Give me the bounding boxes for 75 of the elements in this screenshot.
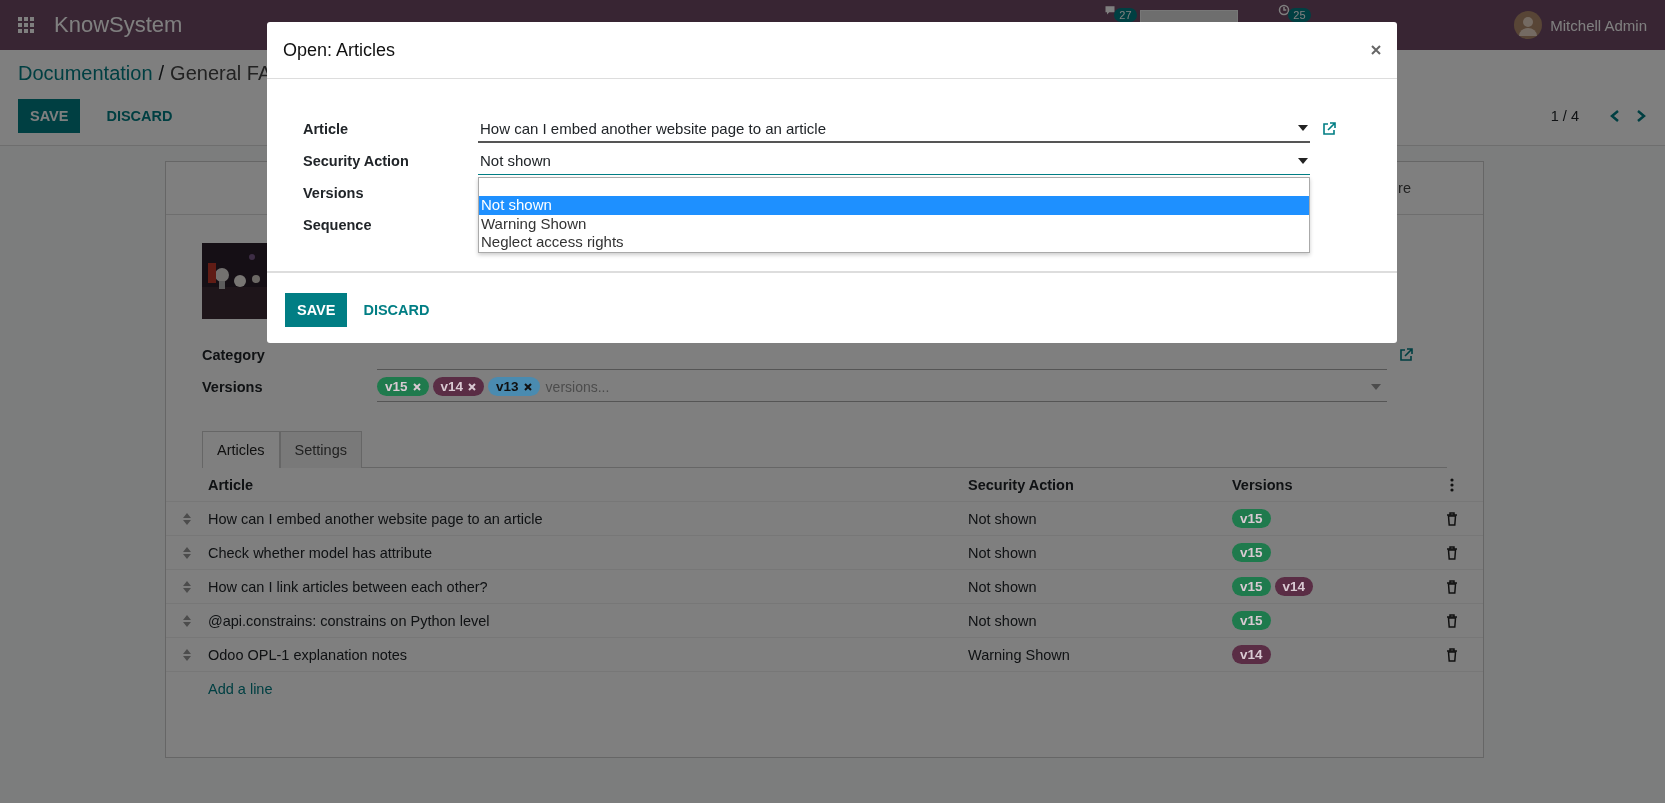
field-label: Article <box>303 121 350 137</box>
close-icon[interactable] <box>1371 45 1381 55</box>
discard-button[interactable]: DISCARD <box>351 293 442 327</box>
count-badge: 25 <box>1288 8 1311 22</box>
smart-button-label[interactable]: re <box>1398 180 1411 196</box>
version-tag: v15 <box>1232 611 1271 630</box>
field-label: Sequence <box>303 217 373 233</box>
version-tag: v14 <box>1274 577 1314 596</box>
add-line-link[interactable]: Add a line <box>208 680 273 697</box>
tab[interactable]: Articles <box>202 431 280 468</box>
table-cell-text: Check whether model has attribute <box>208 544 434 561</box>
table-cell-text: Warning Shown <box>968 646 1071 663</box>
trash-icon[interactable] <box>1446 579 1458 594</box>
remove-icon <box>468 382 477 391</box>
trash-icon[interactable] <box>1446 647 1458 662</box>
save-button[interactable]: SAVE <box>18 99 81 133</box>
external-link-icon <box>1322 122 1336 136</box>
table-cell-text: How can I embed another website page to an article <box>208 510 544 527</box>
version-tag: v15 <box>1232 543 1271 562</box>
table-cell-text: Not shown <box>968 578 1038 595</box>
trash-icon[interactable] <box>1446 613 1458 628</box>
drag-handle-icon <box>182 545 192 560</box>
column-header[interactable]: Versions <box>1232 476 1432 493</box>
discard-button[interactable]: DISCARD <box>94 99 185 133</box>
version-tag: v15 <box>1232 509 1271 528</box>
version-tag: v15 <box>1232 577 1271 596</box>
next-icon[interactable] <box>1635 109 1647 123</box>
column-header[interactable]: Article <box>208 476 968 493</box>
caret-icon <box>1298 157 1308 164</box>
drag-handle-icon <box>182 613 192 628</box>
caret-icon <box>1298 125 1308 131</box>
more-options-icon <box>1450 477 1454 492</box>
field-label: Category <box>202 347 266 363</box>
count-badge: 27 <box>1114 8 1137 22</box>
column-header[interactable]: Security Action <box>968 476 1232 493</box>
chat-icon <box>1104 4 1117 16</box>
breadcrumb-separator: / <box>158 62 165 85</box>
tag-label: v15 <box>385 379 408 394</box>
select-field[interactable]: Not shown <box>478 147 1310 175</box>
field-label: Versions <box>303 185 365 201</box>
dropdown-option[interactable]: Neglect access rights <box>479 233 1309 252</box>
table-cell-text: Not shown <box>968 612 1038 629</box>
user-menu[interactable]: Mitchell Admin <box>1550 16 1647 34</box>
dropdown-option[interactable]: Not shown <box>479 196 1309 215</box>
table-cell-text: @api.constrains: constrains on Python level <box>208 612 491 629</box>
external-link-icon <box>1399 348 1413 362</box>
drag-handle-icon <box>182 647 192 662</box>
dialog-title: Open: Articles <box>283 39 396 61</box>
tag-label: v14 <box>440 379 464 394</box>
tag-label: v13 <box>496 379 519 394</box>
article-field[interactable]: How can I embed another website page to an article <box>478 115 1310 143</box>
previous-icon[interactable] <box>1609 109 1621 123</box>
field-label: Versions <box>202 379 264 395</box>
trash-icon[interactable] <box>1446 545 1458 560</box>
tab[interactable]: Settings <box>279 431 362 468</box>
table-cell-text: Not shown <box>968 544 1038 561</box>
table-cell-text: How can I link articles between each other? <box>208 578 489 595</box>
breadcrumb-link[interactable]: Documentation <box>18 62 153 85</box>
field-label: Security Action <box>303 153 410 169</box>
table-cell-text: Not shown <box>968 510 1038 527</box>
remove-icon <box>523 382 532 391</box>
drag-handle-icon <box>182 579 192 594</box>
remove-icon <box>412 382 421 391</box>
table-cell-text: Odoo OPL-1 explanation notes <box>208 646 409 663</box>
version-tag: v14 <box>1232 645 1271 664</box>
caret-icon <box>1371 383 1381 390</box>
dropdown-option[interactable]: Warning Shown <box>479 214 1309 233</box>
drag-handle-icon <box>182 511 192 526</box>
app-name[interactable]: KnowSystem <box>54 12 183 38</box>
apps-menu-icon[interactable] <box>18 17 34 33</box>
pager-value: 1 / 4 <box>1550 108 1579 124</box>
trash-icon[interactable] <box>1446 511 1458 526</box>
avatar-icon <box>1514 11 1543 39</box>
clock-icon <box>1278 4 1291 16</box>
save-button[interactable]: SAVE <box>285 293 348 327</box>
